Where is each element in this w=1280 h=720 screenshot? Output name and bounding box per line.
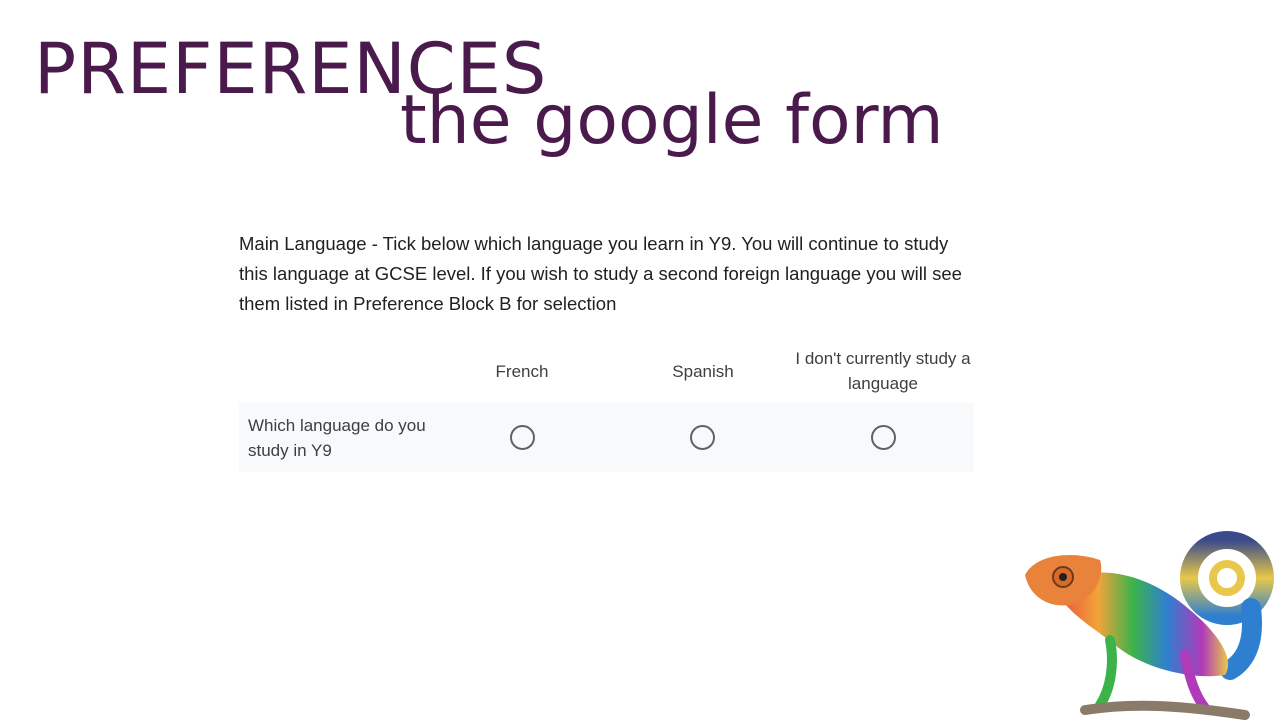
row-label: Which language do you study in Y9 xyxy=(248,416,426,460)
column-header-spanish: Spanish xyxy=(672,362,734,381)
radio-french[interactable] xyxy=(510,425,535,450)
question-text: Main Language - Tick below which languag… xyxy=(239,233,962,314)
chameleon-illustration xyxy=(1025,531,1274,720)
column-header-french: French xyxy=(495,362,549,381)
slide-subtitle: the google form xyxy=(400,81,944,160)
radio-no-language[interactable] xyxy=(871,425,896,450)
column-header-no-language: I don't currently study a language xyxy=(795,349,971,393)
radio-spanish[interactable] xyxy=(690,425,715,450)
grid-row: Which language do you study in Y9 xyxy=(239,403,974,472)
